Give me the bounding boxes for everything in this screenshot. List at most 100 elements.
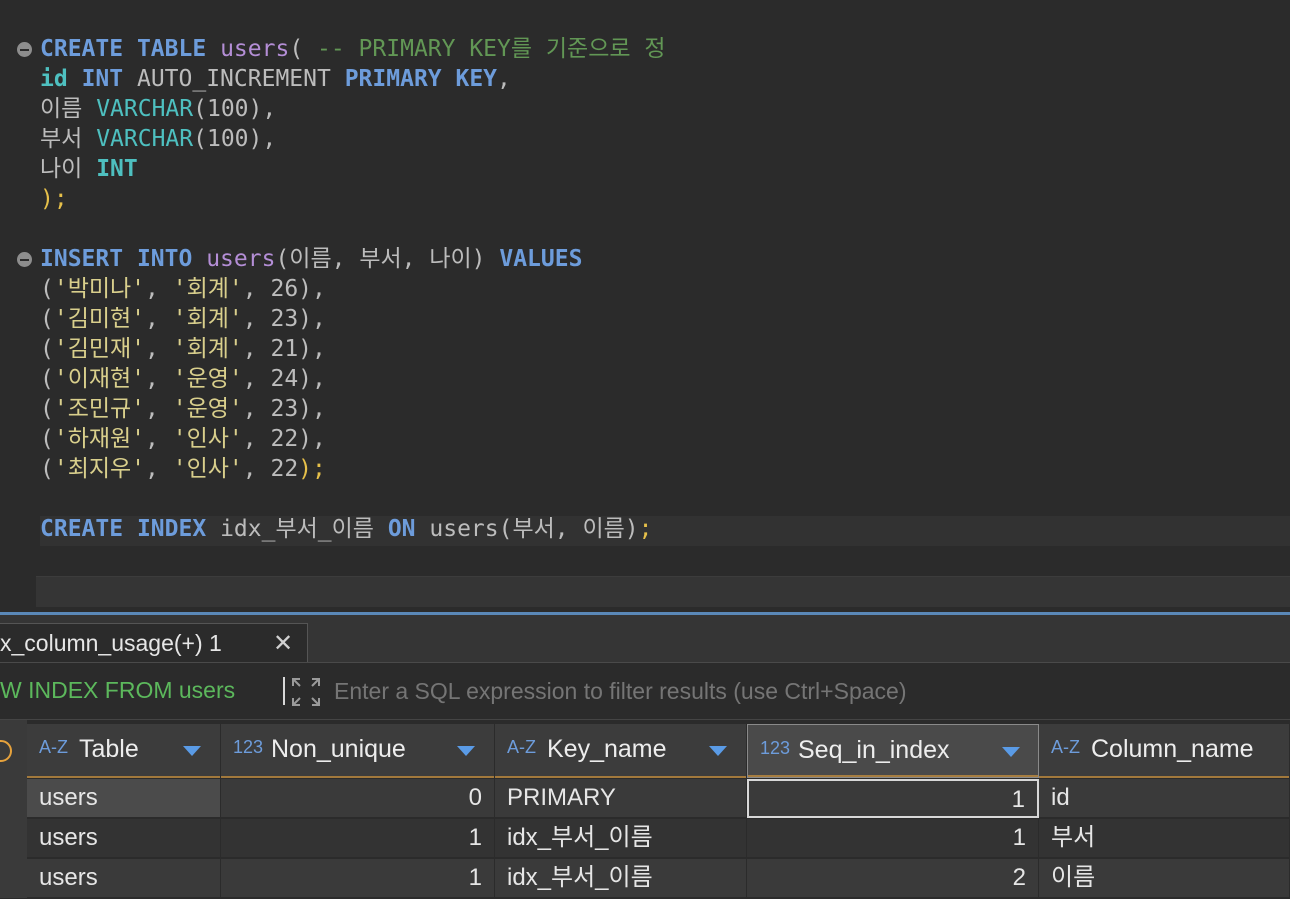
- expand-icon[interactable]: [291, 677, 321, 707]
- keyword: PRIMARY KEY: [344, 66, 498, 92]
- column-header-table[interactable]: A-Z Table: [27, 724, 221, 778]
- cell-seq-in-index[interactable]: 1: [747, 819, 1039, 858]
- string-literal: '인사': [172, 456, 243, 482]
- column-header-label: Column_name: [1091, 735, 1254, 763]
- table-row[interactable]: users 1 idx_부서_이름 2 이름: [27, 859, 1290, 899]
- cell-table[interactable]: users: [27, 819, 221, 858]
- code-line[interactable]: id INT AUTO_INCREMENT PRIMARY KEY,: [40, 64, 511, 94]
- query-text[interactable]: W INDEX FROM users: [0, 677, 235, 704]
- results-tab-label: x_column_usage(+) 1: [0, 630, 222, 656]
- filter-input[interactable]: [332, 677, 1276, 706]
- cell-column-name[interactable]: 이름: [1039, 859, 1290, 898]
- punctuation: );: [40, 186, 68, 212]
- column-identifier: 이름: [40, 96, 83, 122]
- header-underline: [1039, 776, 1289, 778]
- type-args: (100),: [193, 126, 277, 152]
- column-header-label: Table: [79, 735, 139, 763]
- values-row[interactable]: ('조민규', '운영', 23),: [40, 394, 326, 424]
- results-tab[interactable]: x_column_usage(+) 1 ✕: [0, 623, 308, 662]
- keyword: CREATE: [40, 36, 124, 62]
- results-grid[interactable]: A-Z Table 123 Non_unique A-Z Key_name 12…: [0, 720, 1290, 898]
- table-row[interactable]: users 0 PRIMARY 1 id: [27, 779, 1290, 819]
- index-target: users(부서, 이름): [429, 516, 639, 542]
- string-literal: '이재현': [53, 366, 146, 392]
- sort-dropdown-icon[interactable]: [457, 746, 475, 756]
- row-select-icon[interactable]: [0, 740, 12, 762]
- column-header-column-name[interactable]: A-Z Column_name: [1039, 724, 1290, 778]
- string-literal: '조민규': [53, 396, 146, 422]
- punctuation: ),: [298, 276, 326, 302]
- sort-dropdown-icon[interactable]: [183, 746, 201, 756]
- sql-editor[interactable]: CREATE TABLE users( -- PRIMARY KEY를 기준으로…: [0, 0, 1290, 612]
- cell-non-unique[interactable]: 1: [221, 859, 495, 898]
- type-keyword: INT: [96, 156, 138, 182]
- column-identifier: id: [40, 66, 68, 92]
- column-header-seq-in-index[interactable]: 123 Seq_in_index: [747, 724, 1039, 778]
- punctuation: ,: [497, 66, 511, 92]
- number-literal: 21: [270, 336, 299, 362]
- type-keyword: VARCHAR: [96, 126, 194, 152]
- values-row[interactable]: ('이재현', '운영', 24),: [40, 364, 326, 394]
- string-literal: '회계': [172, 336, 243, 362]
- column-header-non-unique[interactable]: 123 Non_unique: [221, 724, 495, 778]
- keyword: VALUES: [499, 246, 583, 272]
- cell-key-name[interactable]: PRIMARY: [495, 779, 747, 818]
- column-header-key-name[interactable]: A-Z Key_name: [495, 724, 747, 778]
- table-identifier: users: [220, 36, 290, 62]
- cell-key-name[interactable]: idx_부서_이름: [495, 819, 747, 858]
- string-literal: '하재원': [53, 426, 146, 452]
- sort-dropdown-icon[interactable]: [709, 746, 727, 756]
- cell-table[interactable]: users: [27, 859, 221, 898]
- sql-comment: -- PRIMARY KEY를 기준으로 정: [317, 36, 666, 62]
- code-line[interactable]: INSERT INTO users(이름, 부서, 나이) VALUES: [40, 244, 582, 274]
- punctuation: );: [298, 456, 326, 482]
- punctuation: ),: [298, 336, 326, 362]
- punctuation: ;: [638, 516, 653, 542]
- cell-table[interactable]: users: [27, 779, 221, 818]
- values-row[interactable]: ('김미현', '회계', 23),: [40, 304, 326, 334]
- empty-editor-line[interactable]: [36, 576, 1290, 607]
- cell-non-unique[interactable]: 0: [221, 779, 495, 818]
- cell-non-unique[interactable]: 1: [221, 819, 495, 858]
- row-number-column: [0, 720, 27, 898]
- header-underline: [495, 776, 746, 778]
- values-row[interactable]: ('김민재', '회계', 21),: [40, 334, 326, 364]
- code-line[interactable]: CREATE INDEX idx_부서_이름 ON users(부서, 이름);: [40, 514, 653, 544]
- column-list: (이름, 부서, 나이): [275, 246, 486, 272]
- punctuation: ),: [298, 396, 326, 422]
- cell-seq-in-index[interactable]: 1: [747, 779, 1039, 818]
- cell-seq-in-index[interactable]: 2: [747, 859, 1039, 898]
- keyword: ON: [387, 516, 416, 542]
- header-underline: [748, 775, 1038, 777]
- cell-key-name[interactable]: idx_부서_이름: [495, 859, 747, 898]
- string-literal: '운영': [172, 366, 243, 392]
- fold-toggle-icon[interactable]: [17, 252, 32, 267]
- number-literal: 23: [270, 396, 299, 422]
- code-line[interactable]: 이름 VARCHAR(100),: [40, 94, 276, 124]
- text-type-icon: A-Z: [507, 737, 536, 757]
- number-literal: 26: [270, 276, 299, 302]
- number-literal: 23: [270, 306, 299, 332]
- number-type-icon: 123: [233, 737, 264, 757]
- values-row[interactable]: ('최지우', '인사', 22);: [40, 454, 326, 484]
- code-line[interactable]: 부서 VARCHAR(100),: [40, 124, 276, 154]
- close-icon[interactable]: ✕: [273, 624, 293, 663]
- code-line[interactable]: 나이 INT: [40, 154, 138, 184]
- values-row[interactable]: ('박미나', '회계', 26),: [40, 274, 326, 304]
- string-literal: '김미현': [53, 306, 146, 332]
- sort-dropdown-icon[interactable]: [1002, 747, 1020, 757]
- table-row[interactable]: users 1 idx_부서_이름 1 부서: [27, 819, 1290, 859]
- text-type-icon: A-Z: [39, 737, 68, 757]
- fold-toggle-icon[interactable]: [17, 42, 32, 57]
- cell-column-name[interactable]: id: [1039, 779, 1290, 818]
- number-type-icon: 123: [760, 738, 791, 758]
- cell-column-name[interactable]: 부서: [1039, 819, 1290, 858]
- code-line[interactable]: );: [40, 184, 68, 214]
- code-line[interactable]: CREATE TABLE users( -- PRIMARY KEY를 기준으로…: [40, 34, 666, 64]
- header-underline: [27, 776, 220, 778]
- values-row[interactable]: ('하재원', '인사', 22),: [40, 424, 326, 454]
- column-header-label: Seq_in_index: [798, 736, 950, 764]
- keyword: CREATE: [40, 516, 124, 542]
